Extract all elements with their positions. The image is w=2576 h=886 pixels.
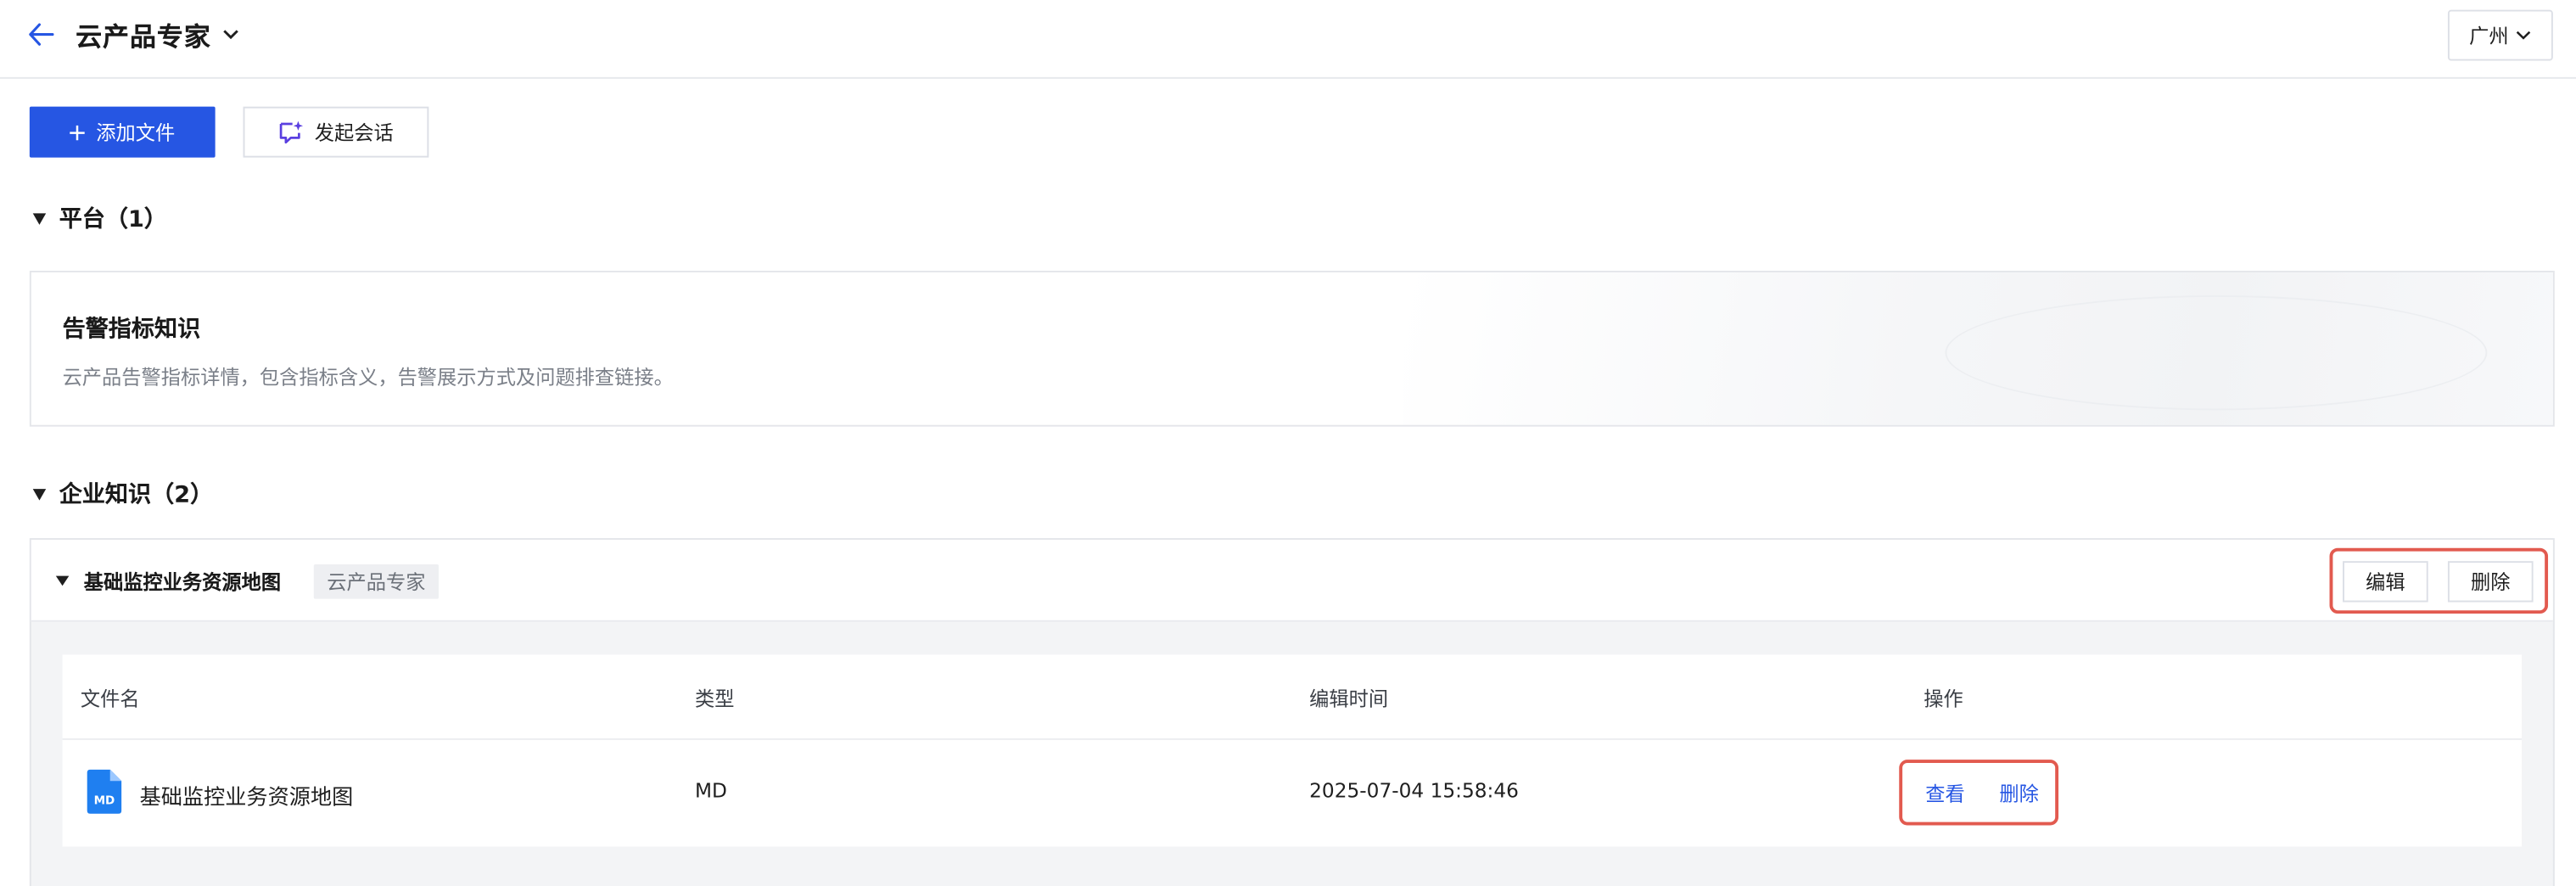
page-header: 云产品专家 广州 <box>0 0 2576 79</box>
knowledge-base-panel: 基础监控业务资源地图 云产品专家 编辑 删除 文件名 类型 编辑时间 操作 MD <box>29 538 2555 886</box>
column-header-file-name: 文件名 <box>80 687 140 711</box>
md-file-icon: MD <box>87 769 122 814</box>
platform-knowledge-card[interactable]: 告警指标知识 云产品告警指标详情，包含指标含义，告警展示方式及问题排查链接。 <box>29 270 2555 427</box>
knowledge-base-name: 基础监控业务资源地图 <box>83 569 282 593</box>
chevron-down-icon <box>222 30 238 40</box>
caret-down-icon <box>55 575 70 586</box>
platform-section-toggle[interactable]: 平台（1） <box>32 200 168 237</box>
view-link[interactable]: 查看 <box>1925 779 1964 807</box>
arrow-left-icon <box>29 23 54 46</box>
region-selector[interactable]: 广州 <box>2447 9 2553 61</box>
file-table: 文件名 类型 编辑时间 操作 MD 基础监控业务资源地图 MD 2025-07-… <box>62 654 2523 847</box>
edit-button[interactable]: 编辑 <box>2343 561 2428 603</box>
start-chat-button[interactable]: 发起会话 <box>243 106 429 158</box>
row-actions: 查看 删除 <box>1899 760 2059 826</box>
edited-time: 2025-07-04 15:58:46 <box>1309 779 1519 803</box>
table-header: 文件名 类型 编辑时间 操作 <box>62 654 2523 740</box>
caret-down-icon <box>32 488 47 500</box>
enterprise-section-title: 企业知识（2） <box>59 482 214 509</box>
file-type: MD <box>695 779 727 803</box>
enterprise-section-toggle[interactable]: 企业知识（2） <box>32 476 214 513</box>
table-row: MD 基础监控业务资源地图 MD 2025-07-04 15:58:46 查看 … <box>63 740 2522 847</box>
chevron-down-icon <box>2516 31 2531 40</box>
expert-tag: 云产品专家 <box>313 564 439 599</box>
back-button[interactable] <box>23 16 59 53</box>
add-file-label: 添加文件 <box>96 121 176 145</box>
add-file-button[interactable]: 添加文件 <box>29 106 216 158</box>
card-decoration <box>1403 272 2553 425</box>
column-header-type: 类型 <box>695 687 735 711</box>
column-header-actions: 操作 <box>1924 687 1963 711</box>
plus-icon <box>70 124 86 140</box>
column-header-edited-at: 编辑时间 <box>1309 687 1389 711</box>
card-description: 云产品告警指标详情，包含指标含义，告警展示方式及问题排查链接。 <box>62 366 674 390</box>
decor-ring <box>1945 294 2488 411</box>
platform-section-title: 平台（1） <box>59 206 168 233</box>
start-chat-label: 发起会话 <box>314 121 394 145</box>
chat-sparkle-icon <box>280 121 304 144</box>
region-label: 广州 <box>2469 24 2509 48</box>
knowledge-base-toggle[interactable]: 基础监控业务资源地图 <box>55 563 282 599</box>
card-title: 告警指标知识 <box>62 317 201 344</box>
knowledge-base-actions: 编辑 删除 <box>2329 547 2549 614</box>
md-file-icon-text: MD <box>94 793 115 807</box>
file-name[interactable]: 基础监控业务资源地图 <box>140 779 354 810</box>
expert-selector[interactable]: 云产品专家 <box>76 14 239 53</box>
delete-button[interactable]: 删除 <box>2447 561 2534 603</box>
page-title: 云产品专家 <box>76 21 211 53</box>
caret-down-icon <box>32 212 47 224</box>
row-delete-link[interactable]: 删除 <box>1999 779 2038 807</box>
knowledge-base-header: 基础监控业务资源地图 云产品专家 编辑 删除 <box>31 540 2553 622</box>
knowledge-page: 云产品专家 广州 添加文件 发起会话 平台（1） 告警指标知识 云产品告警指标详… <box>0 0 2576 886</box>
